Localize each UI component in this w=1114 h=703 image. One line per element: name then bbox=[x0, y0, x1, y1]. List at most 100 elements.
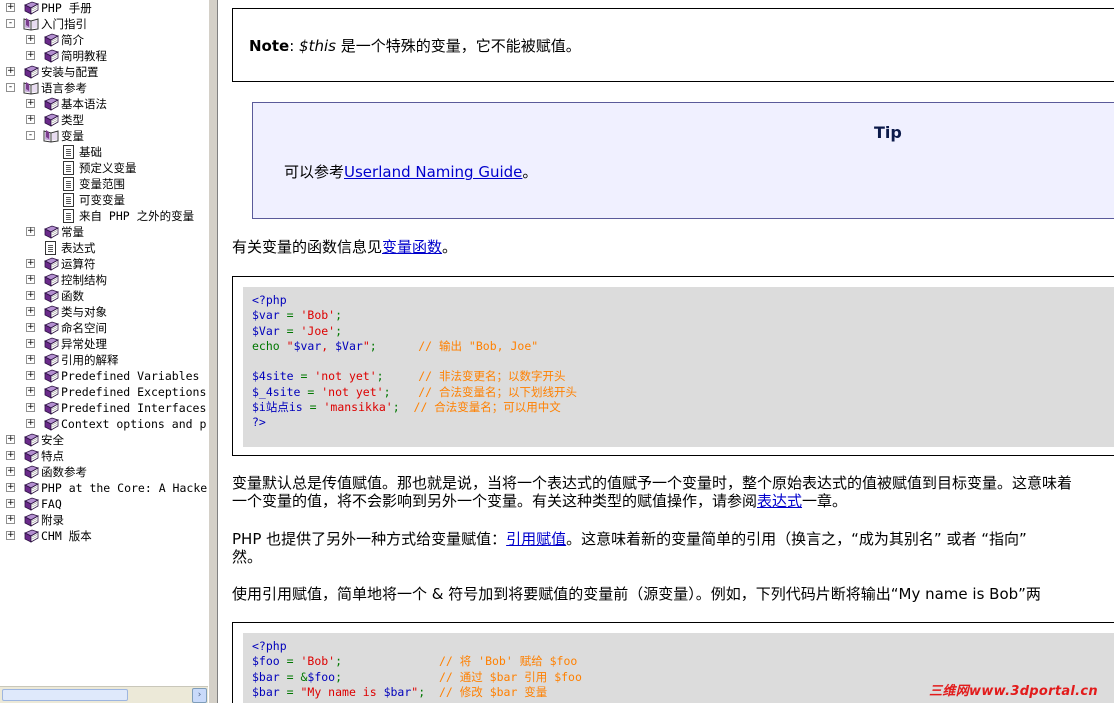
expand-icon[interactable]: + bbox=[6, 435, 15, 444]
expand-icon[interactable]: + bbox=[26, 371, 35, 380]
book-closed-icon bbox=[44, 401, 59, 415]
book-closed-icon bbox=[24, 529, 39, 543]
collapse-icon[interactable]: - bbox=[26, 131, 35, 140]
code-token: <?php bbox=[252, 639, 287, 653]
expand-icon[interactable]: + bbox=[6, 3, 15, 12]
tree-item-label: Predefined Variables bbox=[61, 369, 200, 383]
expand-icon[interactable]: + bbox=[6, 531, 15, 540]
tree-item[interactable]: 来自 PHP 之外的变量 bbox=[0, 208, 208, 224]
expressions-link[interactable]: 表达式 bbox=[757, 492, 802, 510]
code-token: $bar bbox=[383, 684, 412, 699]
tree-item[interactable]: + 常量 bbox=[0, 224, 208, 240]
expand-icon[interactable]: + bbox=[26, 323, 35, 332]
scrollbar-thumb[interactable] bbox=[2, 689, 128, 701]
tree-item[interactable]: + 运算符 bbox=[0, 256, 208, 272]
expand-icon[interactable]: + bbox=[6, 483, 15, 492]
scroll-right-arrow-icon[interactable]: › bbox=[192, 688, 207, 703]
expand-icon[interactable]: + bbox=[26, 275, 35, 284]
expand-icon[interactable]: + bbox=[26, 355, 35, 364]
tree-item[interactable]: + 安全 bbox=[0, 432, 208, 448]
book-closed-icon bbox=[24, 65, 39, 79]
tree-horizontal-scrollbar[interactable]: › bbox=[0, 686, 208, 703]
expand-icon[interactable]: + bbox=[26, 99, 35, 108]
tree-item[interactable]: + 简明教程 bbox=[0, 48, 208, 64]
note-colon: : bbox=[289, 37, 300, 55]
tree-item-label: 预定义变量 bbox=[79, 161, 137, 175]
tree-item[interactable]: + 函数参考 bbox=[0, 464, 208, 480]
tree-item[interactable]: + 类与对象 bbox=[0, 304, 208, 320]
tree-item[interactable]: + 命名空间 bbox=[0, 320, 208, 336]
expand-icon[interactable]: + bbox=[6, 67, 15, 76]
expand-icon[interactable]: + bbox=[6, 451, 15, 460]
tree-item[interactable]: + 附录 bbox=[0, 512, 208, 528]
tree-item[interactable]: - 变量 bbox=[0, 128, 208, 144]
tree-item[interactable]: + 异常处理 bbox=[0, 336, 208, 352]
code-token: 'Joe' bbox=[300, 323, 336, 338]
tree-item[interactable]: + Predefined Variables bbox=[0, 368, 208, 384]
collapse-icon[interactable]: - bbox=[6, 83, 15, 92]
code-token: $i站点is bbox=[252, 400, 310, 415]
tip-text: 可以参考Userland Naming Guide。 bbox=[284, 161, 537, 182]
tree-item[interactable]: + Predefined Interfaces bbox=[0, 400, 208, 416]
code-token: $var bbox=[252, 308, 287, 323]
expand-icon[interactable]: + bbox=[26, 259, 35, 268]
expand-icon[interactable]: + bbox=[26, 307, 35, 316]
code-example-1: <?php $var = 'Bob'; $Var = 'Joe'; echo "$va… bbox=[232, 276, 1114, 456]
expand-icon[interactable]: + bbox=[26, 35, 35, 44]
expand-icon[interactable]: + bbox=[6, 467, 15, 476]
tree-item[interactable]: + 类型 bbox=[0, 112, 208, 128]
tree-item[interactable]: + 引用的解释 bbox=[0, 352, 208, 368]
book-closed-icon bbox=[44, 353, 59, 367]
tree-item[interactable]: + PHP at the Core: A Hacke bbox=[0, 480, 208, 496]
expand-icon[interactable]: + bbox=[26, 115, 35, 124]
expand-icon[interactable]: + bbox=[6, 499, 15, 508]
tree-item[interactable]: + 基本语法 bbox=[0, 96, 208, 112]
code-token: // 合法变量名；以下划线开头 bbox=[418, 384, 577, 399]
value-line-2-suffix: 一章。 bbox=[802, 492, 848, 510]
tree-item[interactable]: 预定义变量 bbox=[0, 160, 208, 176]
tree-item-label: Predefined Interfaces bbox=[61, 401, 207, 415]
expand-icon[interactable]: + bbox=[6, 515, 15, 524]
variable-functions-link[interactable]: 变量函数 bbox=[382, 238, 442, 256]
note-var: $this bbox=[299, 37, 336, 55]
tree-item[interactable]: + 函数 bbox=[0, 288, 208, 304]
expand-icon[interactable]: + bbox=[26, 339, 35, 348]
pane-splitter[interactable] bbox=[208, 0, 218, 703]
tip-title: Tip bbox=[874, 123, 902, 142]
tree-item[interactable]: + 安装与配置 bbox=[0, 64, 208, 80]
code-token: , bbox=[321, 338, 336, 353]
tree-item[interactable]: - 入门指引 bbox=[0, 16, 208, 32]
collapse-icon[interactable]: - bbox=[6, 19, 15, 28]
expand-icon[interactable]: + bbox=[26, 51, 35, 60]
reference-assignment-link[interactable]: 引用赋值 bbox=[506, 530, 566, 548]
code-token: echo bbox=[252, 338, 287, 353]
tree-item[interactable]: - 语言参考 bbox=[0, 80, 208, 96]
tree-item[interactable]: + 简介 bbox=[0, 32, 208, 48]
tree-item[interactable]: + Context options and p bbox=[0, 416, 208, 432]
functions-suffix: 。 bbox=[442, 238, 458, 256]
userland-naming-guide-link[interactable]: Userland Naming Guide bbox=[344, 163, 522, 181]
tree-item[interactable]: + 控制结构 bbox=[0, 272, 208, 288]
code-token: = bbox=[286, 684, 301, 699]
expand-icon[interactable]: + bbox=[26, 387, 35, 396]
tree-item[interactable]: 基础 bbox=[0, 144, 208, 160]
page-icon bbox=[63, 145, 74, 159]
tip-box: Tip 可以参考Userland Naming Guide。 bbox=[252, 102, 1114, 219]
expand-icon[interactable]: + bbox=[26, 291, 35, 300]
tree-item[interactable]: + CHM 版本 bbox=[0, 528, 208, 544]
tree-item[interactable]: + 特点 bbox=[0, 448, 208, 464]
code-token: "My name is bbox=[300, 684, 384, 699]
tree-item[interactable]: 可变变量 bbox=[0, 192, 208, 208]
book-closed-icon bbox=[44, 225, 59, 239]
tree-item[interactable]: + Predefined Exceptions bbox=[0, 384, 208, 400]
tree-item[interactable]: + FAQ bbox=[0, 496, 208, 512]
expand-icon[interactable]: + bbox=[26, 403, 35, 412]
expand-icon[interactable]: + bbox=[26, 419, 35, 428]
code-token: = bbox=[307, 384, 322, 399]
tree-item[interactable]: 变量范围 bbox=[0, 176, 208, 192]
tip-prefix: 可以参考 bbox=[284, 163, 345, 181]
tree-item[interactable]: 表达式 bbox=[0, 240, 208, 256]
expand-icon[interactable]: + bbox=[26, 227, 35, 236]
tree-item[interactable]: + PHP 手册 bbox=[0, 0, 208, 16]
tree-item-label: 来自 PHP 之外的变量 bbox=[79, 209, 195, 223]
